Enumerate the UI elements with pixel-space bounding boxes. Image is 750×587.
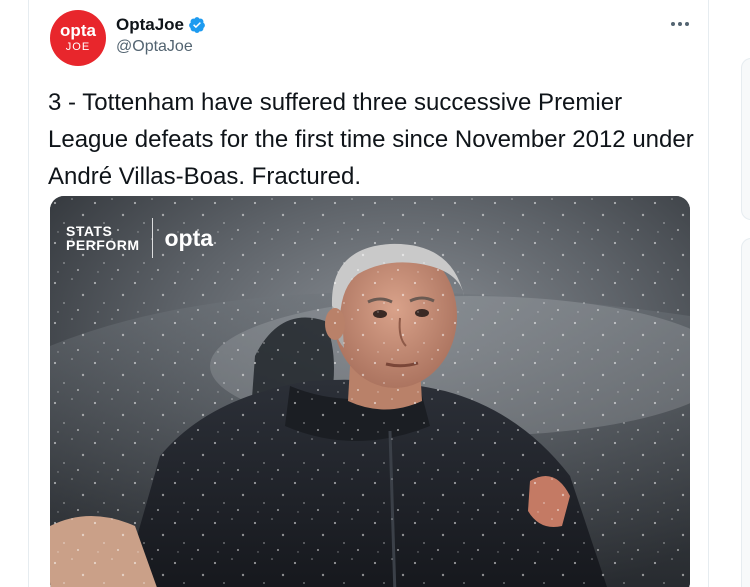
more-horizontal-icon [671, 22, 675, 26]
stats-perform-logo: STATS PERFORM [66, 224, 140, 252]
tweet-text: 3 - Tottenham have suffered three succes… [48, 89, 694, 190]
tweet-photo[interactable]: STATS PERFORM opta [50, 196, 690, 587]
verified-badge-icon [189, 17, 205, 33]
avatar[interactable]: opta JOE [50, 10, 106, 66]
tweet-page: opta JOE OptaJoe @OptaJoe 3 - Tottenham … [0, 0, 750, 587]
author-display-name[interactable]: OptaJoe [116, 15, 184, 35]
more-horizontal-icon [685, 22, 689, 26]
left-sidebar-edge [0, 0, 30, 587]
more-options-button[interactable] [666, 14, 694, 34]
watermark-divider [151, 218, 153, 258]
right-sidebar-card[interactable] [741, 58, 750, 220]
more-horizontal-icon [678, 22, 682, 26]
avatar-logo-text: opta [60, 21, 96, 40]
avatar-logo-subtext: JOE [65, 41, 91, 53]
divider [708, 0, 709, 587]
right-sidebar-card[interactable] [741, 238, 750, 587]
author-name-row: OptaJoe [116, 14, 206, 36]
stats-perform-logo-line2: PERFORM [66, 237, 140, 253]
stats-perform-logo-line1: STATS [66, 223, 113, 239]
tweet: opta JOE OptaJoe @OptaJoe 3 - Tottenham … [30, 0, 708, 587]
divider [28, 0, 29, 587]
photo-watermark: STATS PERFORM opta [66, 218, 213, 258]
opta-logo: opta [164, 224, 214, 251]
author-handle[interactable]: @OptaJoe [116, 38, 193, 56]
